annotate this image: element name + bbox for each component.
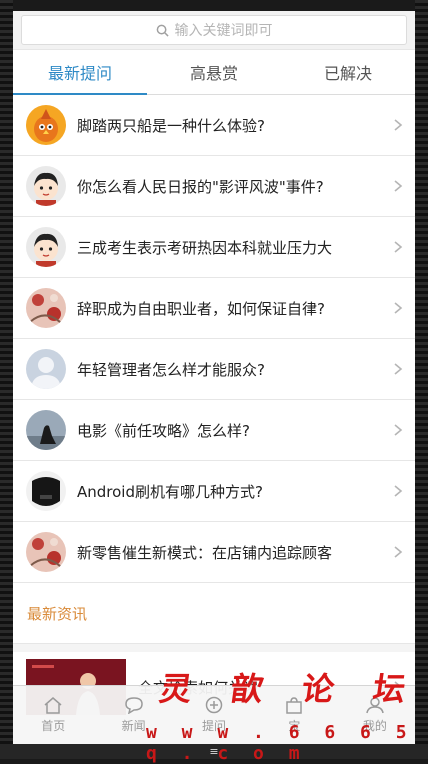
chevron-right-icon: [394, 241, 403, 253]
chevron-right-icon: [394, 546, 403, 558]
silhouette-photo-avatar: [26, 410, 66, 450]
device-frame-left: [0, 0, 13, 759]
chat-icon: [124, 697, 143, 714]
chevron-right-icon: [394, 119, 403, 131]
question-title: 辞职成为自由职业者，如何保证自律?: [77, 299, 325, 318]
list-item[interactable]: Android刷机有哪几种方式?: [13, 461, 415, 522]
list-item[interactable]: 辞职成为自由职业者，如何保证自律?: [13, 278, 415, 339]
list-item[interactable]: 年轻管理者怎么样才能服众?: [13, 339, 415, 400]
list-item[interactable]: 新零售催生新模式：在店铺内追踪顾客: [13, 522, 415, 583]
search-input[interactable]: 输入关键词即可: [21, 15, 407, 45]
orange-bird-avatar: [26, 105, 66, 145]
nav-home[interactable]: 首页: [13, 686, 93, 744]
chevron-right-icon: [394, 302, 403, 314]
app-screen: 输入关键词即可 最新提问 高悬赏 已解决 脚踏两只船是一种什么体验? 你怎么看人…: [13, 11, 415, 744]
cartoon-boy-avatar: [26, 166, 66, 206]
dark-photo-avatar: [26, 471, 66, 511]
default-user-avatar: [26, 349, 66, 389]
list-item[interactable]: 你怎么看人民日报的"影评风波"事件?: [13, 156, 415, 217]
question-title: Android刷机有哪几种方式?: [77, 482, 263, 501]
question-title: 脚踏两只船是一种什么体验?: [77, 116, 265, 135]
nav-news-label: 新闻: [121, 719, 146, 733]
pink-floral-avatar: [26, 288, 66, 328]
tab-bar: 最新提问 高悬赏 已解决: [13, 50, 415, 95]
tab-latest[interactable]: 最新提问: [13, 50, 147, 95]
tab-high-reward[interactable]: 高悬赏: [147, 50, 281, 94]
search-placeholder: 输入关键词即可: [174, 23, 273, 39]
section-divider: [13, 644, 415, 652]
question-title: 新零售催生新模式：在店铺内追踪顾客: [77, 543, 333, 562]
question-title: 你怎么看人民日报的"影评风波"事件?: [77, 177, 324, 196]
chevron-right-icon: [394, 363, 403, 375]
list-item[interactable]: 电影《前任攻略》怎么样?: [13, 400, 415, 461]
watermark-brand: 灵 歆 论 坛: [157, 670, 422, 708]
chevron-right-icon: [394, 180, 403, 192]
question-list: 脚踏两只船是一种什么体验? 你怎么看人民日报的"影评风波"事件? 三成考生表示考…: [13, 95, 415, 583]
cartoon-boy-avatar: [26, 227, 66, 267]
chevron-right-icon: [394, 485, 403, 497]
list-item[interactable]: 脚踏两只船是一种什么体验?: [13, 95, 415, 156]
list-item[interactable]: 三成考生表示考研热因本科就业压力大: [13, 217, 415, 278]
question-title: 年轻管理者怎么样才能服众?: [77, 360, 265, 379]
question-title: 三成考生表示考研热因本科就业压力大: [77, 238, 333, 257]
device-frame-right: [415, 0, 428, 759]
news-section-title: 最新资讯: [13, 583, 415, 644]
tab-solved[interactable]: 已解决: [281, 50, 415, 94]
search-bar: 输入关键词即可: [13, 11, 415, 50]
chevron-right-icon: [394, 424, 403, 436]
search-icon: [156, 24, 169, 37]
home-icon: [44, 697, 62, 714]
nav-home-label: 首页: [41, 719, 66, 733]
question-title: 电影《前任攻略》怎么样?: [77, 421, 250, 440]
watermark-url: w w w . 6 6 6 5 q . c o m: [146, 722, 414, 764]
pink-floral-avatar: [26, 532, 66, 572]
